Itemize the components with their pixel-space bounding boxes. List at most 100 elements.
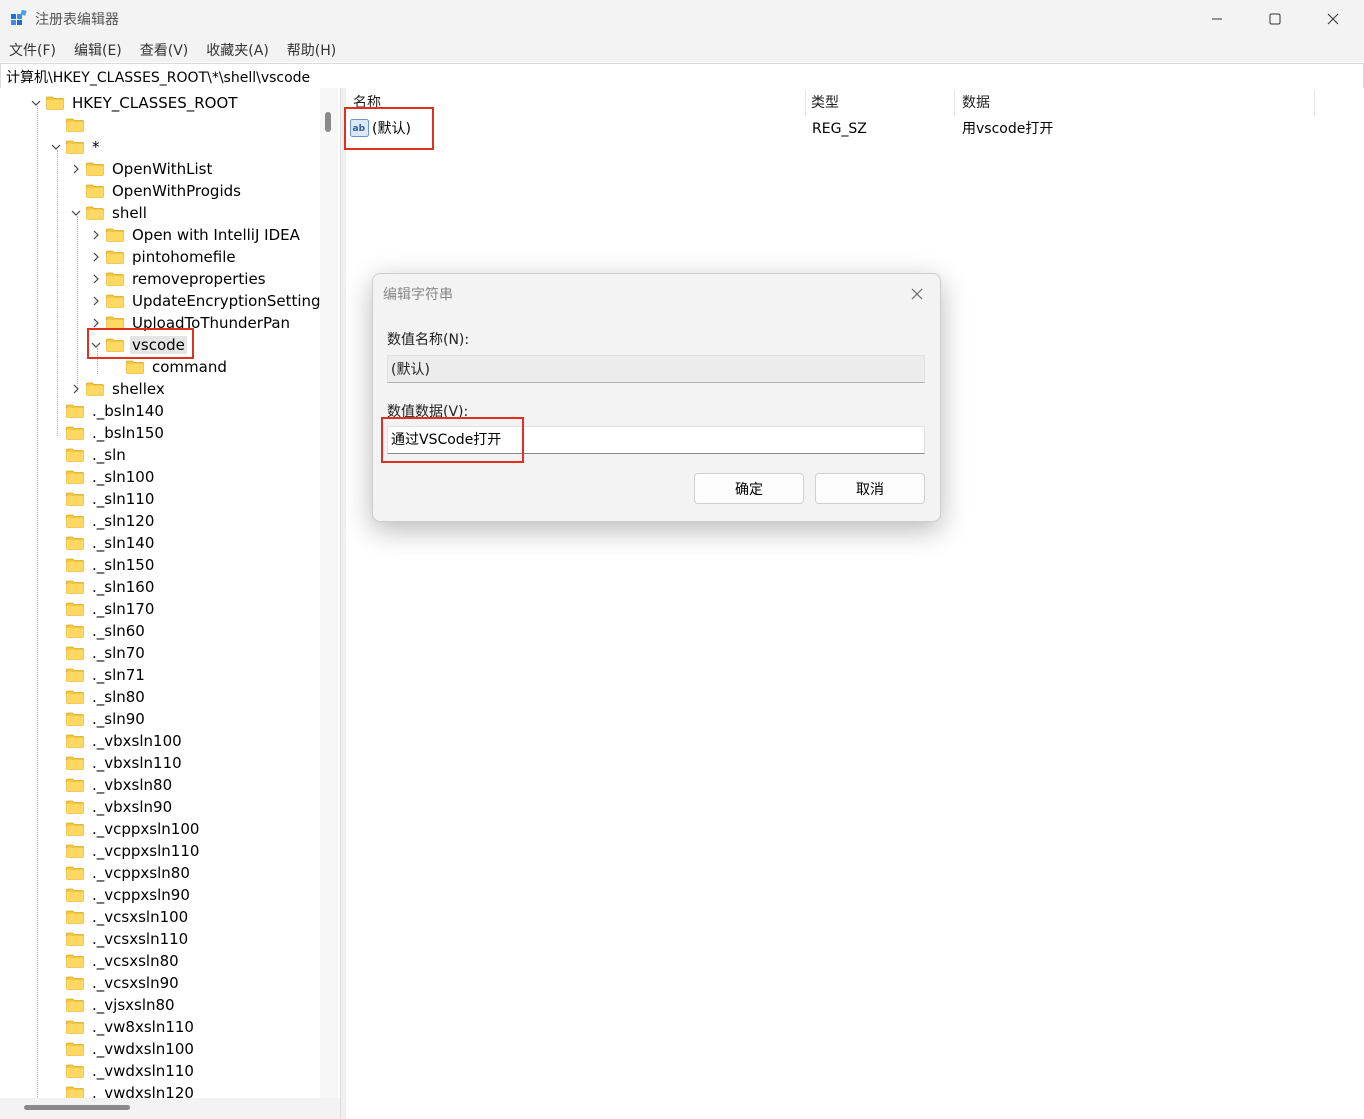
tree-node[interactable]: Open with IntelliJ IDEA — [88, 224, 302, 246]
column-header-type[interactable]: 类型 — [811, 88, 839, 116]
tree-node[interactable]: ._sln — [48, 444, 128, 466]
close-button[interactable] — [1304, 0, 1362, 38]
minimize-button[interactable] — [1188, 0, 1246, 38]
tree-node[interactable]: ._bsln140 — [48, 400, 166, 422]
chevron-right-icon[interactable] — [88, 224, 104, 246]
tree-node[interactable]: * — [48, 136, 102, 158]
tree-node[interactable]: removeproperties — [88, 268, 268, 290]
tree-node[interactable]: ._sln71 — [48, 664, 147, 686]
folder-icon — [66, 492, 84, 506]
tree-node[interactable]: ._sln110 — [48, 488, 156, 510]
dialog-close-button[interactable] — [905, 283, 929, 305]
tree-node[interactable]: shellex — [68, 378, 167, 400]
tree-node[interactable]: ._vcsxsln90 — [48, 972, 181, 994]
chevron-down-icon[interactable] — [48, 136, 64, 158]
tree-node-label: ._sln120 — [92, 512, 155, 530]
folder-icon — [86, 382, 104, 396]
chevron-right-icon[interactable] — [88, 290, 104, 312]
tree-node[interactable]: ._sln170 — [48, 598, 156, 620]
tree-node[interactable]: UpdateEncryptionSetting — [88, 290, 323, 312]
chevron-right-icon[interactable] — [88, 268, 104, 290]
tree-node[interactable]: ._sln90 — [48, 708, 147, 730]
tree-node[interactable]: shell — [68, 202, 149, 224]
tree-node[interactable]: ._vcsxsln80 — [48, 950, 181, 972]
folder-icon — [126, 360, 144, 374]
tree-node[interactable]: ._vcsxsln110 — [48, 928, 190, 950]
cancel-button[interactable]: 取消 — [815, 473, 925, 504]
menu-file[interactable]: 文件(F) — [0, 38, 65, 62]
tree-node-label: shellex — [112, 380, 165, 398]
tree-node[interactable]: ._sln160 — [48, 576, 156, 598]
column-separator[interactable] — [954, 90, 955, 116]
tree-node[interactable]: ._bsln150 — [48, 422, 166, 444]
folder-icon — [106, 250, 124, 264]
value-data[interactable]: 用vscode打开 — [962, 119, 1053, 139]
tree-node[interactable]: ._vwdxsln100 — [48, 1038, 196, 1060]
scroll-thumb[interactable] — [24, 1105, 130, 1110]
folder-icon — [66, 756, 84, 770]
chevron-right-icon[interactable] — [88, 246, 104, 268]
tree-node[interactable]: ._vw8xsln110 — [48, 1016, 196, 1038]
tree-node[interactable]: ._sln140 — [48, 532, 156, 554]
folder-icon — [66, 602, 84, 616]
dialog-title: 编辑字符串 — [383, 287, 453, 303]
tree-node[interactable]: pintohomefile — [88, 246, 238, 268]
chevron-right-icon[interactable] — [68, 158, 84, 180]
tree-node[interactable]: command — [108, 356, 229, 378]
tree-node-label: Open with IntelliJ IDEA — [132, 226, 300, 244]
tree-node[interactable]: ._sln60 — [48, 620, 147, 642]
chevron-down-icon[interactable] — [68, 202, 84, 224]
tree-node[interactable]: ._sln70 — [48, 642, 147, 664]
folder-icon — [66, 118, 84, 132]
scroll-thumb[interactable] — [325, 112, 331, 132]
folder-icon — [66, 976, 84, 990]
tree-node[interactable]: ._vjsxsln80 — [48, 994, 177, 1016]
column-separator[interactable] — [805, 90, 806, 116]
menu-help[interactable]: 帮助(H) — [278, 38, 345, 62]
menu-edit[interactable]: 编辑(E) — [65, 38, 131, 62]
tree-node[interactable]: ._vbxsln80 — [48, 774, 174, 796]
tree-node[interactable]: OpenWithProgids — [68, 180, 243, 202]
window-title: 注册表编辑器 — [35, 12, 119, 28]
chevron-right-icon[interactable] — [68, 378, 84, 400]
address-path[interactable]: 计算机\HKEY_CLASSES_ROOT\*\shell\vscode — [6, 67, 310, 87]
column-separator[interactable] — [1314, 90, 1315, 116]
folder-icon — [66, 536, 84, 550]
tree-vertical-scrollbar[interactable] — [320, 88, 338, 1098]
chevron-down-icon[interactable] — [28, 92, 44, 114]
tree-node[interactable]: ._sln150 — [48, 554, 156, 576]
tree-node[interactable]: ._sln80 — [48, 686, 147, 708]
menu-favorites[interactable]: 收藏夹(A) — [197, 38, 278, 62]
column-header-data[interactable]: 数据 — [962, 88, 990, 116]
ok-button[interactable]: 确定 — [694, 473, 804, 504]
folder-icon — [66, 690, 84, 704]
menu-view[interactable]: 查看(V) — [131, 38, 198, 62]
close-icon — [911, 288, 923, 300]
tree-node[interactable]: ._vbxsln90 — [48, 796, 174, 818]
tree-node[interactable]: ._sln120 — [48, 510, 156, 532]
value-type[interactable]: REG_SZ — [812, 119, 867, 139]
tree-node[interactable]: HKEY_CLASSES_ROOT — [28, 92, 239, 114]
tree-node[interactable]: ._sln100 — [48, 466, 156, 488]
tree-node[interactable] — [48, 114, 94, 136]
maximize-button[interactable] — [1246, 0, 1304, 38]
tree-node[interactable]: ._vcppxsln80 — [48, 862, 192, 884]
value-name-label: 数值名称(N): — [387, 332, 470, 348]
tree-node[interactable]: ._vbxsln110 — [48, 752, 184, 774]
tree-node-label: UpdateEncryptionSetting — [132, 292, 321, 310]
tree-node[interactable]: ._vcppxsln100 — [48, 818, 201, 840]
tree-horizontal-scrollbar[interactable] — [0, 1098, 340, 1119]
tree-node[interactable]: ._vwdxsln110 — [48, 1060, 196, 1082]
address-bar[interactable]: 计算机\HKEY_CLASSES_ROOT\*\shell\vscode — [0, 63, 1364, 89]
tree-node[interactable]: ._vcppxsln90 — [48, 884, 192, 906]
folder-icon — [66, 668, 84, 682]
tree-node[interactable]: OpenWithList — [68, 158, 214, 180]
tree-node[interactable]: ._vcsxsln100 — [48, 906, 190, 928]
tree-node[interactable]: ._vbxsln100 — [48, 730, 184, 752]
tree-node[interactable]: ._vcppxsln110 — [48, 840, 201, 862]
